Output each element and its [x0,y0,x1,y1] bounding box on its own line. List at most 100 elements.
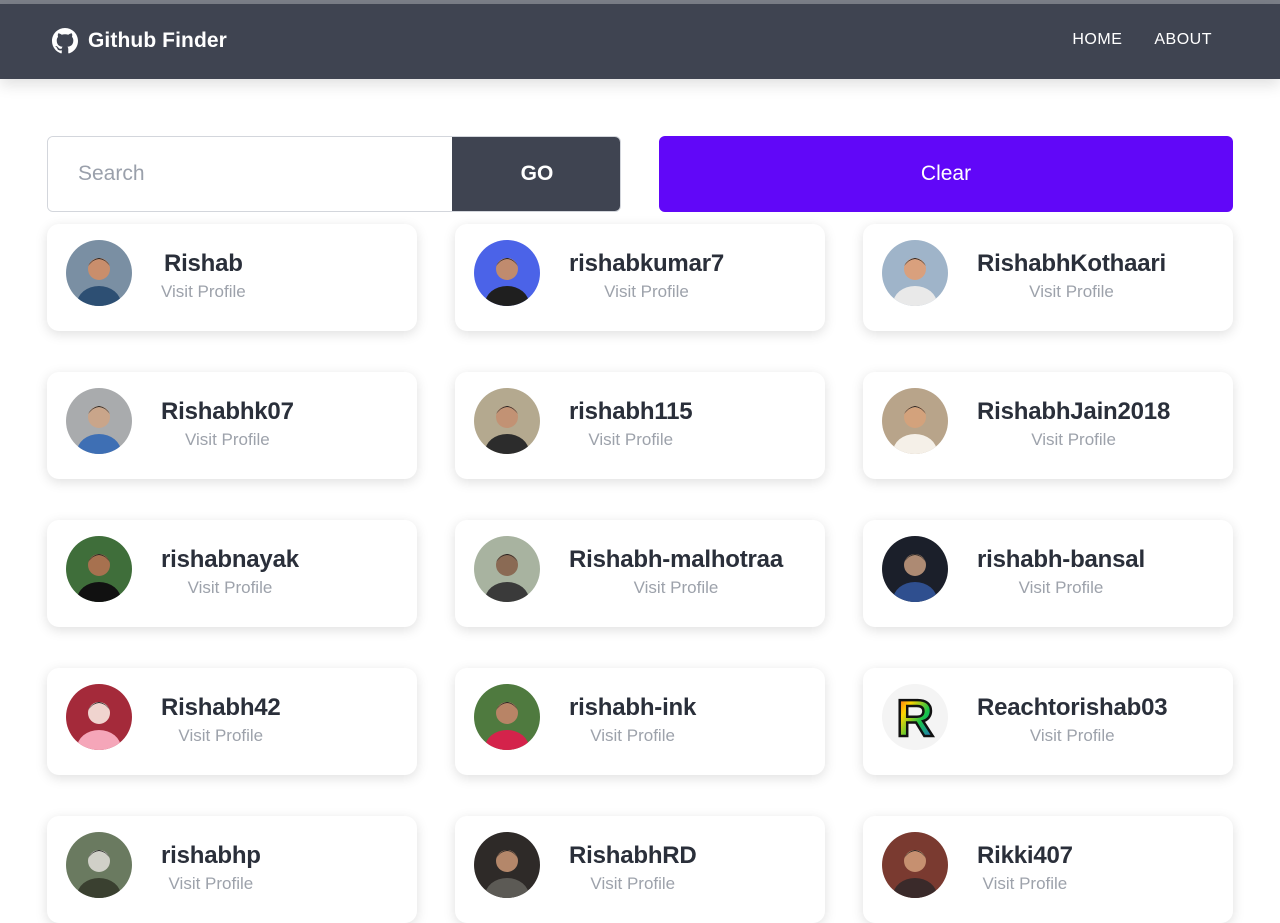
visit-profile-link[interactable]: Visit Profile [590,874,675,894]
username: Reachtorishab03 [977,694,1168,721]
user-card[interactable]: RishabhJain2018 Visit Profile [863,372,1233,479]
user-card-text: rishabhp Visit Profile [161,842,261,894]
user-card-text: RishabhJain2018 Visit Profile [977,398,1170,450]
user-card[interactable]: Rishabh42 Visit Profile [47,668,417,775]
avatar-image [882,240,948,306]
search-input[interactable] [48,137,452,211]
user-card-text: rishabh-ink Visit Profile [569,694,696,746]
username: Rishabh-malhotraa [569,546,783,573]
svg-text:R: R [896,690,934,748]
avatar[interactable] [882,240,948,306]
avatar[interactable] [882,388,948,454]
user-card[interactable]: rishabh115 Visit Profile [455,372,825,479]
visit-profile-link[interactable]: Visit Profile [634,578,719,598]
visit-profile-link[interactable]: Visit Profile [188,578,273,598]
avatar-image [66,240,132,306]
username: rishabhp [161,842,261,869]
username: rishabnayak [161,546,299,573]
user-card-text: Rishabh42 Visit Profile [161,694,281,746]
visit-profile-link[interactable]: Visit Profile [185,430,270,450]
avatar[interactable] [474,388,540,454]
user-card-text: RishabhKothaari Visit Profile [977,250,1166,302]
user-grid: Rishab Visit Profile rishabkumar7 Visit … [47,224,1233,923]
user-card[interactable]: Rishabhk07 Visit Profile [47,372,417,479]
avatar[interactable] [474,684,540,750]
avatar-image [882,388,948,454]
avatar-image [474,388,540,454]
user-card-text: rishabkumar7 Visit Profile [569,250,724,302]
user-card-text: rishabh-bansal Visit Profile [977,546,1145,598]
avatar[interactable] [474,536,540,602]
avatar[interactable] [474,832,540,898]
nav-about-link[interactable]: ABOUT [1154,31,1212,49]
visit-profile-link[interactable]: Visit Profile [1019,578,1104,598]
avatar[interactable] [66,684,132,750]
username: Rishab [163,250,243,277]
avatar-image [474,684,540,750]
username: rishabkumar7 [569,250,725,277]
user-card[interactable]: Rishabh-malhotraa Visit Profile [455,520,825,627]
visit-profile-link[interactable]: Visit Profile [161,282,246,302]
user-card[interactable]: rishabh-ink Visit Profile [455,668,825,775]
user-card-text: Rishab Visit Profile [161,250,246,302]
visit-profile-link[interactable]: Visit Profile [1029,282,1114,302]
user-card-text: RishabhRD Visit Profile [569,842,697,894]
avatar[interactable] [66,832,132,898]
avatar-image [66,832,132,898]
username: rishabh-ink [569,694,697,721]
search-row: GO Clear [47,136,1233,212]
username: Rishabh42 [161,694,281,721]
avatar-image [474,240,540,306]
user-card[interactable]: rishabnayak Visit Profile [47,520,417,627]
clear-button[interactable]: Clear [659,136,1233,212]
visit-profile-link[interactable]: Visit Profile [604,282,689,302]
user-card[interactable]: RishabhRD Visit Profile [455,816,825,923]
avatar[interactable] [66,240,132,306]
avatar[interactable] [66,388,132,454]
user-card[interactable]: Rishab Visit Profile [47,224,417,331]
avatar-image [66,388,132,454]
username: rishabh-bansal [977,546,1145,573]
user-card[interactable]: RishabhKothaari Visit Profile [863,224,1233,331]
avatar-image [882,832,948,898]
visit-profile-link[interactable]: Visit Profile [590,726,675,746]
avatar-image [474,832,540,898]
username: RishabhRD [569,842,697,869]
user-card[interactable]: rishabh-bansal Visit Profile [863,520,1233,627]
visit-profile-link[interactable]: Visit Profile [983,874,1068,894]
visit-profile-link[interactable]: Visit Profile [588,430,673,450]
user-card-text: Reachtorishab03 Visit Profile [977,694,1168,746]
nav-links: HOME ABOUT [1072,31,1212,49]
username: RishabhKothaari [977,250,1167,277]
user-card[interactable]: R Reachtorishab03 Visit Profile [863,668,1233,775]
avatar[interactable]: R [882,684,948,750]
username: Rishabhk07 [161,398,294,425]
avatar[interactable] [882,832,948,898]
brand-link[interactable]: Github Finder [52,28,227,54]
user-card[interactable]: rishabhp Visit Profile [47,816,417,923]
nav-home-link[interactable]: HOME [1072,31,1122,49]
user-card-text: Rishabh-malhotraa Visit Profile [569,546,783,598]
avatar-image: R [882,684,948,750]
user-card-text: Rikki407 Visit Profile [977,842,1073,894]
visit-profile-link[interactable]: Visit Profile [169,874,254,894]
username: RishabhJain2018 [977,398,1171,425]
github-icon [52,28,78,54]
visit-profile-link[interactable]: Visit Profile [1030,726,1115,746]
avatar[interactable] [66,536,132,602]
user-card[interactable]: rishabkumar7 Visit Profile [455,224,825,331]
navbar: Github Finder HOME ABOUT [0,4,1280,79]
user-card-text: rishabh115 Visit Profile [569,398,693,450]
avatar[interactable] [474,240,540,306]
visit-profile-link[interactable]: Visit Profile [178,726,263,746]
avatar-image [474,536,540,602]
search-form: GO [47,136,621,212]
go-button[interactable]: GO [452,137,620,211]
user-card-text: rishabnayak Visit Profile [161,546,299,598]
avatar[interactable] [882,536,948,602]
visit-profile-link[interactable]: Visit Profile [1031,430,1116,450]
user-card-text: Rishabhk07 Visit Profile [161,398,294,450]
user-card[interactable]: Rikki407 Visit Profile [863,816,1233,923]
brand-title: Github Finder [88,29,227,52]
avatar-image [66,684,132,750]
